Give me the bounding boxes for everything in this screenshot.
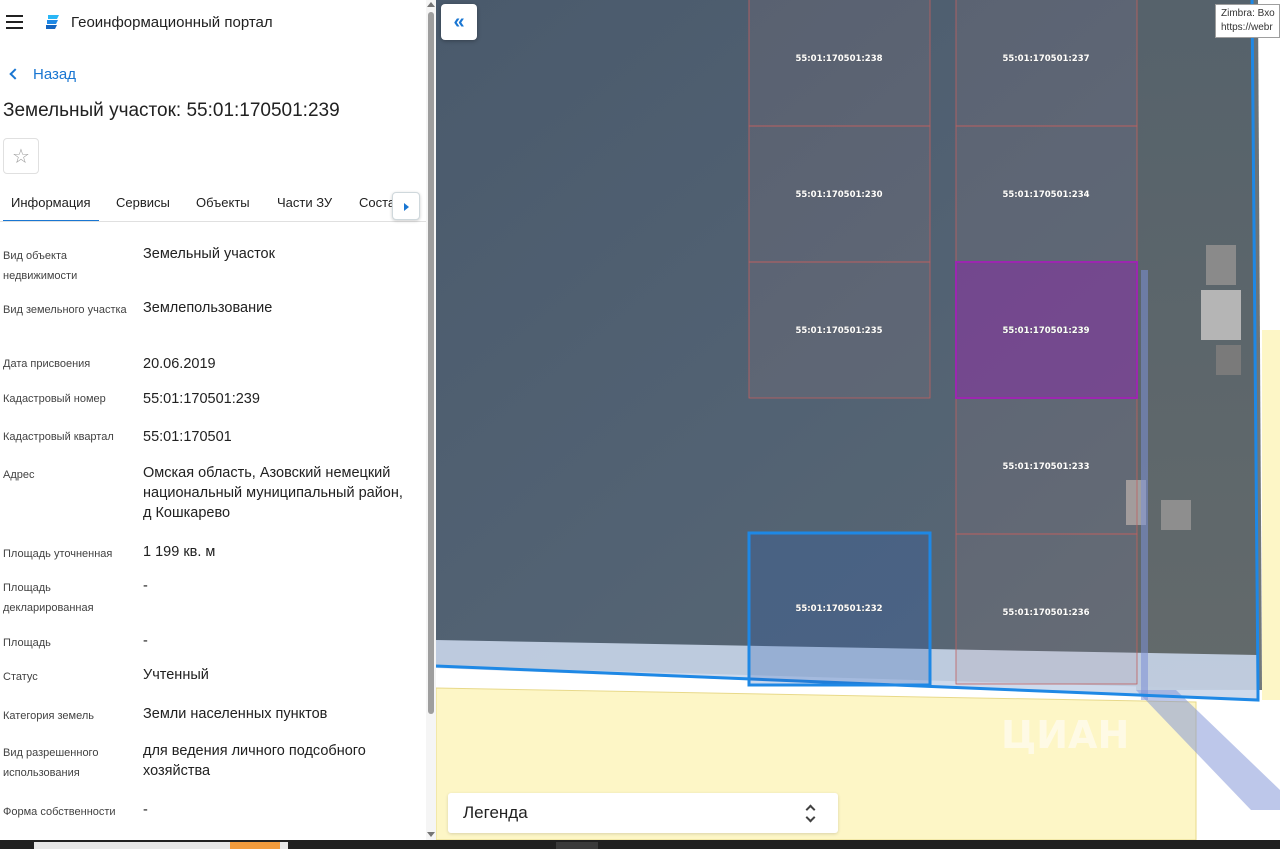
menu-icon[interactable] [6, 15, 23, 29]
property-label: Площадь [3, 637, 51, 649]
parcel-label: 55:01:170501:233 [1002, 462, 1089, 472]
property-value: Учтенный [143, 667, 209, 683]
property-value: 1 199 кв. м [143, 544, 216, 560]
property-label: Кадастровый квартал [3, 431, 114, 443]
scrollbar-thumb[interactable] [428, 12, 434, 714]
property-label: Статус [3, 671, 38, 683]
property-label: Вид разрешенного использования [3, 747, 99, 779]
panel-scrollbar[interactable] [426, 0, 436, 840]
property-value: Землепользование [143, 300, 273, 316]
tooltip-line: https://webr [1221, 22, 1273, 33]
info-panel: Геоинформационный портал Назад Земельный… [0, 0, 426, 840]
scroll-up-icon[interactable] [427, 2, 435, 7]
building-shape [1201, 290, 1241, 340]
property-value: 55:01:170501 [143, 429, 232, 445]
taskbar-item[interactable] [556, 842, 598, 849]
map-canvas[interactable]: 55:01:170501:238 55:01:170501:237 55:01:… [436, 0, 1280, 840]
tab-objects[interactable]: Объекты [188, 184, 258, 221]
property-value: для ведения личного подсобного хозяйства [143, 743, 366, 779]
property-value: Омская область, Азовский немецкий национ… [143, 465, 403, 521]
parcel-label: 55:01:170501:237 [1002, 54, 1089, 64]
property-label: Вид объекта недвижимости [3, 250, 78, 282]
property-value: 20.06.2019 [143, 356, 216, 372]
property-label: Площадь декларированная [3, 582, 94, 614]
property-value: Земельный участок [143, 246, 275, 262]
legend-select[interactable]: Легенда [448, 793, 838, 833]
legend-label: Легенда [463, 803, 528, 822]
tab-services[interactable]: Сервисы [108, 184, 178, 221]
parcel-label: 55:01:170501:236 [1002, 608, 1089, 618]
property-label: Кадастровый номер [3, 393, 106, 405]
star-icon: ☆ [12, 145, 30, 168]
back-link[interactable]: Назад [8, 64, 76, 84]
expand-toggle-icon [806, 805, 816, 823]
favorite-star-button[interactable]: ☆ [3, 138, 39, 174]
back-label: Назад [33, 65, 76, 83]
building-shape [1161, 500, 1191, 530]
page-title: Земельный участок: 55:01:170501:239 [3, 100, 340, 121]
property-value: - [143, 578, 148, 594]
property-label: Вид земельного участка [3, 304, 127, 316]
watermark: ЦИАН [1001, 713, 1129, 757]
property-value: - [143, 633, 148, 649]
scroll-down-icon[interactable] [427, 832, 435, 837]
parcel-label: 55:01:170501:232 [795, 604, 882, 614]
property-value: - [143, 802, 148, 818]
parcel-label: 55:01:170501:235 [795, 326, 882, 336]
property-label: Адрес [3, 469, 35, 481]
building-shape [1206, 245, 1236, 285]
satellite-imagery-east [1136, 0, 1262, 690]
double-chevron-left-icon: « [453, 10, 465, 33]
parcel-label: 55:01:170501:230 [795, 190, 882, 200]
browser-tooltip: Zimbra: Вхо https://webr [1215, 4, 1280, 38]
property-label: Площадь уточненная [3, 548, 113, 560]
tabs-scroll-right-button[interactable] [392, 192, 420, 220]
collapse-panel-button[interactable]: « [441, 4, 477, 40]
chevron-left-icon [9, 68, 21, 80]
tab-bar: Информация Сервисы Объекты Части ЗУ Сост… [0, 184, 426, 222]
parcel-label: 55:01:170501:234 [1002, 190, 1089, 200]
zone-area-right [1262, 330, 1280, 700]
property-value: Земли населенных пунктов [143, 706, 328, 722]
taskbar-item[interactable] [230, 842, 280, 849]
property-label: Форма собственности [3, 806, 116, 818]
tab-info[interactable]: Информация [3, 184, 99, 221]
parcel-label: 55:01:170501:238 [795, 54, 882, 64]
property-value: 55:01:170501:239 [143, 391, 260, 407]
property-label: Дата присвоения [3, 358, 91, 370]
tab-parts[interactable]: Части ЗУ [269, 184, 340, 221]
os-taskbar [0, 840, 1280, 849]
app-title: Геоинформационный портал [71, 14, 273, 31]
portal-logo-icon [46, 15, 59, 29]
road-strip [1141, 270, 1148, 700]
tooltip-line: Zimbra: Вхо [1221, 8, 1275, 19]
property-label: Категория земель [3, 710, 94, 722]
parcel-label: 55:01:170501:239 [1002, 326, 1089, 336]
app-header: Геоинформационный портал [0, 0, 426, 46]
building-shape [1216, 345, 1241, 375]
map-view[interactable]: 55:01:170501:238 55:01:170501:237 55:01:… [436, 0, 1280, 840]
